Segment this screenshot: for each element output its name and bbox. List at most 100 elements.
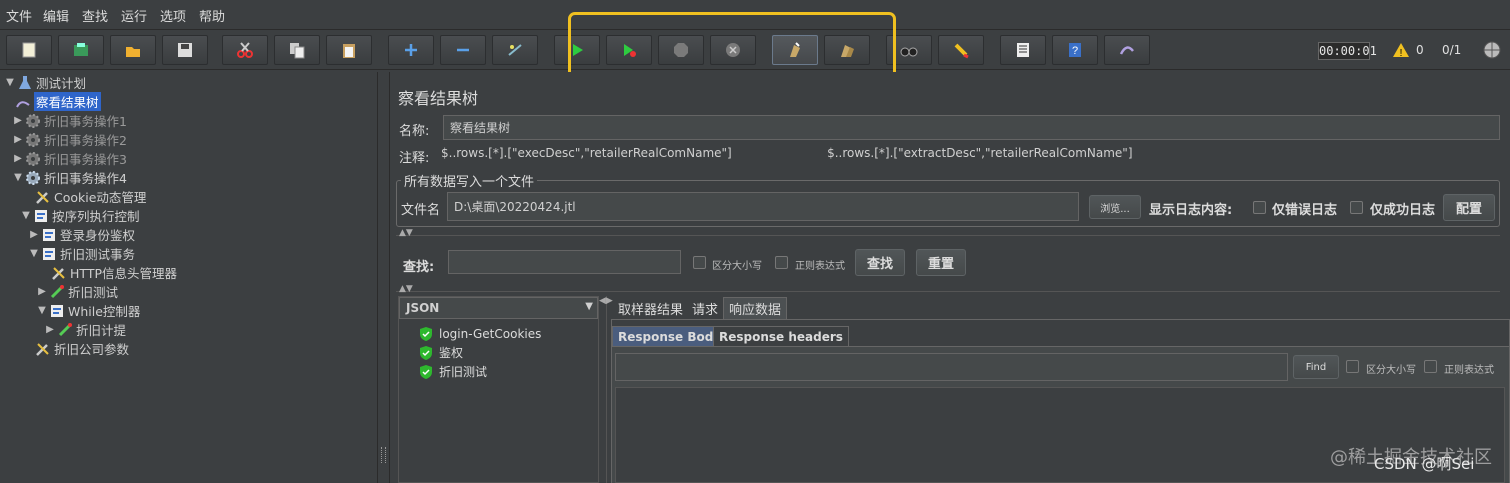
help-button[interactable]: ?	[1052, 35, 1098, 65]
copy-icon	[290, 43, 305, 59]
copy-button[interactable]	[274, 35, 320, 65]
tree-item-http-header-manager[interactable]: HTTP信息头管理器	[50, 263, 177, 282]
wrench-icon	[36, 190, 49, 204]
tree-item-results-tree[interactable]: 察看结果树	[14, 92, 101, 111]
case-sensitive-checkbox[interactable]	[693, 256, 706, 269]
start-icon	[573, 44, 583, 56]
tree-item-depreciation-transaction[interactable]: ▼ 折旧测试事务	[28, 244, 135, 263]
expand-all-button[interactable]	[388, 35, 434, 65]
shutdown-button[interactable]	[710, 35, 756, 65]
regex-checkbox[interactable]	[775, 256, 788, 269]
tree-item-transaction-2[interactable]: ▶ 折旧事务操作2	[12, 130, 127, 149]
results-splitter[interactable]: ◀▶	[599, 296, 613, 483]
wrench-icon	[52, 266, 65, 280]
open-button[interactable]	[110, 35, 156, 65]
result-item-depreciation-test[interactable]: 折旧测试	[419, 362, 487, 381]
collapse-all-button[interactable]	[440, 35, 486, 65]
tree-item-test-plan[interactable]: ▼ 测试计划	[4, 73, 86, 92]
renderer-select[interactable]: JSON ▼	[399, 297, 598, 319]
tree-item-company-params[interactable]: 折旧公司参数	[34, 339, 129, 358]
function-helper-button[interactable]	[1000, 35, 1046, 65]
menu-run[interactable]: 运行	[121, 6, 147, 25]
sampler-icon	[50, 284, 64, 298]
panel-splitter[interactable]	[378, 72, 390, 483]
search-input[interactable]	[448, 250, 681, 274]
toggle-icon	[508, 44, 522, 56]
templates-button[interactable]	[58, 35, 104, 65]
tree-item-sequence-controller[interactable]: ▼ 按序列执行控制	[20, 206, 139, 225]
start-button[interactable]	[554, 35, 600, 65]
tree-item-transaction-4[interactable]: ▼ 折旧事务操作4	[12, 168, 127, 187]
tab-response-headers[interactable]: Response headers	[713, 326, 849, 346]
controller-icon	[51, 304, 63, 317]
remote-button[interactable]	[1104, 35, 1150, 65]
tree-item-while-controller[interactable]: ▼ While控制器	[36, 301, 140, 320]
results-list: JSON ▼ login-GetCookies 鉴权 折旧测试	[398, 296, 599, 483]
cut-button[interactable]	[222, 35, 268, 65]
open-icon	[126, 47, 140, 57]
clear-button[interactable]	[772, 35, 818, 65]
tree-item-depreciation-test[interactable]: ▶ 折旧测试	[36, 282, 118, 301]
comment-field[interactable]: $..rows.[*].["execDesc","retailerRealCom…	[435, 142, 1500, 164]
browse-button[interactable]: 浏览...	[1089, 195, 1141, 219]
gear-icon	[26, 113, 40, 128]
find-input[interactable]	[615, 353, 1288, 381]
sampler-icon	[58, 322, 72, 336]
errors-only-checkbox[interactable]	[1253, 201, 1266, 214]
menu-options[interactable]: 选项	[160, 6, 186, 25]
success-only-label: 仅成功日志	[1370, 203, 1436, 218]
expand-icon	[405, 44, 417, 56]
search-button[interactable]	[886, 35, 932, 65]
tab-request[interactable]: 请求	[687, 297, 724, 319]
collapse-arrows-2[interactable]: ▲▼	[399, 284, 413, 294]
toggle-button[interactable]	[492, 35, 538, 65]
find-regex-checkbox[interactable]	[1424, 360, 1437, 373]
tree-item-depreciation-accrual[interactable]: ▶ 折旧计提	[44, 320, 126, 339]
tab-response-body[interactable]: Response Body	[612, 326, 728, 346]
save-button[interactable]	[162, 35, 208, 65]
regex-label: 正则表达式	[795, 261, 845, 272]
find-button[interactable]: Find	[1293, 355, 1339, 379]
menu-help[interactable]: 帮助	[199, 6, 225, 25]
filename-field[interactable]: D:\桌面\20220424.jtl	[447, 192, 1079, 221]
tree-item-login-auth[interactable]: ▶ 登录身份鉴权	[28, 225, 135, 244]
shutdown-icon	[726, 43, 740, 57]
configure-button[interactable]: 配置	[1443, 194, 1495, 221]
success-shield-icon	[420, 326, 432, 341]
menu-file[interactable]: 文件	[6, 6, 32, 25]
start-no-pause-button[interactable]	[606, 35, 652, 65]
comment-label: 注释:	[399, 151, 430, 166]
tab-response-data[interactable]: 响应数据	[723, 297, 788, 319]
wrench-icon	[36, 342, 49, 356]
paste-button[interactable]	[326, 35, 372, 65]
function-helper-icon	[1017, 43, 1029, 57]
status-globe-icon[interactable]	[1482, 40, 1502, 60]
reset-search-button[interactable]	[938, 35, 984, 65]
paste-icon	[343, 44, 355, 58]
controller-icon	[35, 209, 47, 222]
stop-button[interactable]	[658, 35, 704, 65]
tree-item-transaction-1[interactable]: ▶ 折旧事务操作1	[12, 111, 127, 130]
find-case-checkbox[interactable]	[1346, 360, 1359, 373]
tab-sampler-result[interactable]: 取样器结果	[613, 297, 689, 319]
collapse-arrows-1[interactable]: ▲▼	[399, 228, 413, 238]
tree-item-transaction-3[interactable]: ▶ 折旧事务操作3	[12, 149, 127, 168]
splitter-grip[interactable]	[381, 447, 386, 463]
file-group-legend: 所有数据写入一个文件	[401, 171, 538, 190]
reset-search-icon	[954, 43, 969, 59]
thread-ratio: 0/1	[1442, 43, 1462, 57]
clear-all-button[interactable]	[824, 35, 870, 65]
menu-search[interactable]: 查找	[82, 6, 108, 25]
new-button[interactable]	[6, 35, 52, 65]
success-only-checkbox[interactable]	[1350, 201, 1363, 214]
tree-item-cookie-manager[interactable]: Cookie动态管理	[34, 187, 146, 206]
help-icon: ?	[1069, 43, 1081, 57]
tree-twisty[interactable]: ▼	[4, 77, 16, 88]
search-button[interactable]: 查找	[855, 249, 905, 276]
reset-button[interactable]: 重置	[916, 249, 966, 276]
menu-edit[interactable]: 编辑	[43, 6, 69, 25]
name-field[interactable]: 察看结果树	[443, 115, 1500, 140]
result-item-auth[interactable]: 鉴权	[419, 343, 463, 362]
warning-icon: !	[1393, 43, 1409, 58]
result-item-login[interactable]: login-GetCookies	[419, 324, 541, 343]
